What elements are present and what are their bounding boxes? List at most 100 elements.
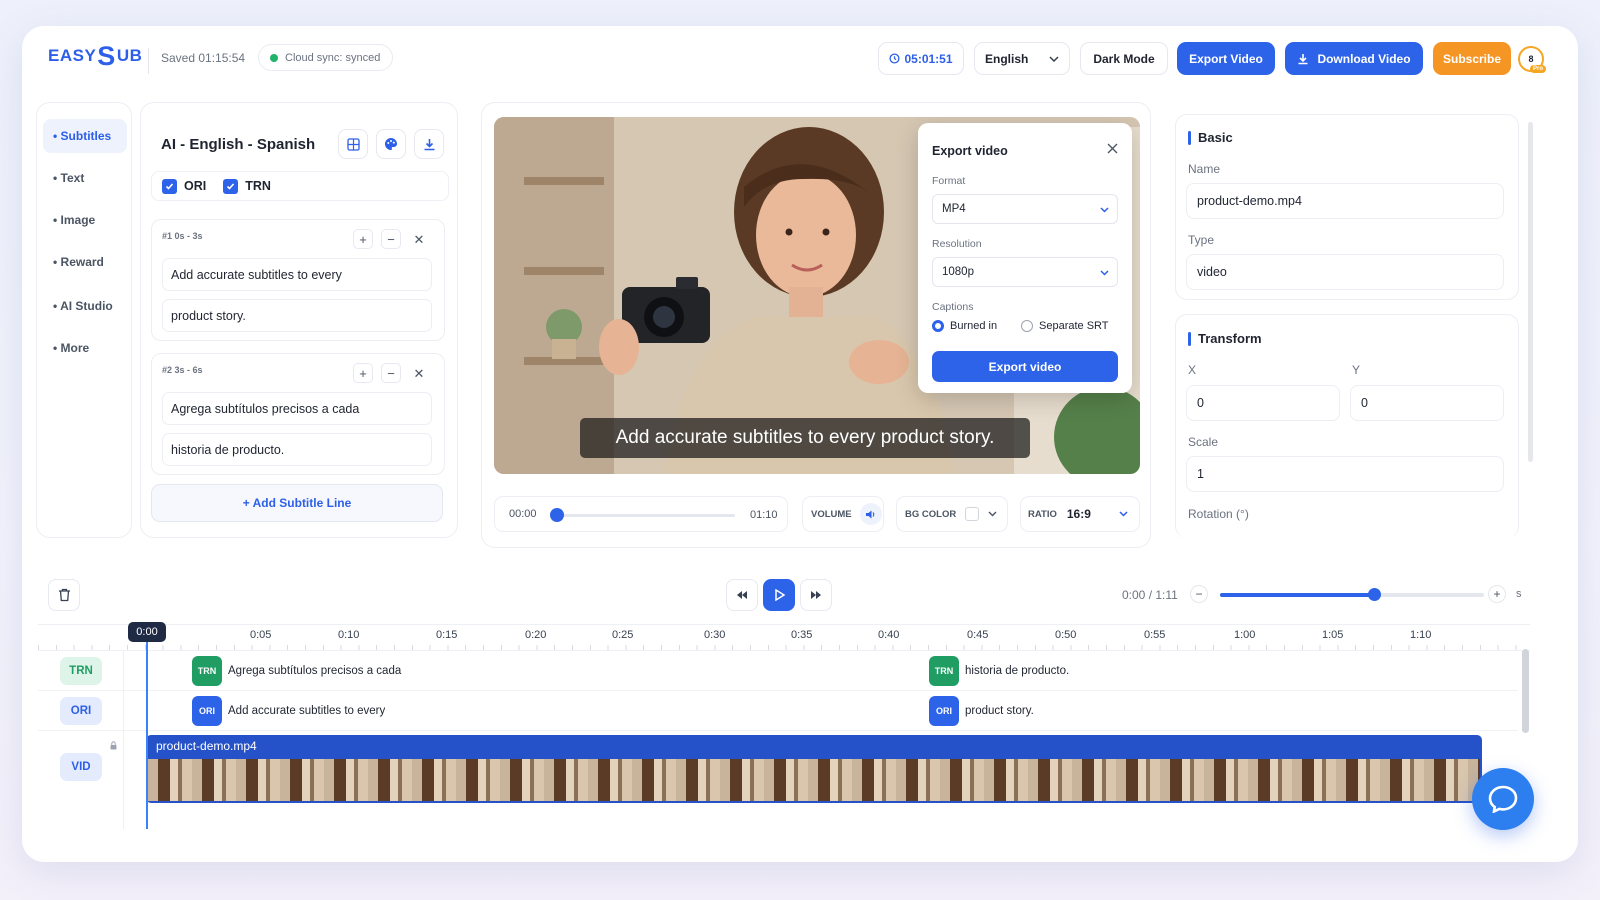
close-x-icon [1107,143,1117,153]
sidebar-item-more[interactable]: • More [43,331,127,365]
close-icon[interactable] [1104,140,1120,156]
dark-mode-button[interactable]: Dark Mode [1080,42,1168,75]
clock-icon [889,53,901,64]
sync-label: Cloud sync: synced [285,51,381,64]
subtitle-original-text[interactable]: Add accurate subtitles to every [162,258,432,291]
properties-scrollbar[interactable] [1528,122,1533,462]
grid-icon [346,137,360,151]
download-subtitles-button[interactable] [414,129,444,159]
ruler-tick-label: 1:10 [1410,629,1432,641]
add-subtitle-line-button[interactable]: + Add Subtitle Line [151,484,443,522]
subtitle-line-header: #1 0s - 3s [162,231,203,241]
ori-clip[interactable]: ORI product story. [929,696,1034,726]
trn-clip-text: historia de producto. [965,665,1070,677]
minus-icon[interactable]: − [381,229,401,249]
trash-icon [58,588,70,602]
subtitle-translation-text[interactable]: historia de producto. [162,433,432,466]
play-button[interactable] [763,579,795,611]
timer-display: 05:01:51 [878,42,964,75]
download-icon [424,138,434,150]
ruler-tick-label: 0:50 [1055,629,1077,641]
resolution-select[interactable]: 1080p [932,257,1118,287]
trn-clip[interactable]: TRN Agrega subtítulos precisos a cada [192,656,401,686]
trn-clip[interactable]: TRN historia de producto. [929,656,1069,686]
fast-forward-button[interactable] [800,579,832,611]
lock-icon[interactable] [110,741,117,750]
close-icon[interactable]: ✕ [409,229,429,249]
zoom-out-button[interactable]: − [1190,585,1208,603]
ori-clip[interactable]: ORI Add accurate subtitles to every [192,696,385,726]
add-icon[interactable]: + [353,229,373,249]
export-video-confirm-button[interactable]: Export video [932,351,1118,382]
video-preview[interactable]: Add accurate subtitles to every product … [494,117,1140,474]
time-start: 00:00 [509,508,537,520]
rewind-button[interactable] [726,579,758,611]
playhead-marker[interactable]: 0:00 [128,622,166,642]
export-video-button[interactable]: Export Video [1177,42,1275,75]
transform-title-text: Transform [1198,331,1262,346]
y-field[interactable]: 0 [1350,385,1504,421]
download-video-label: Download Video [1317,51,1411,66]
chevron-down-icon [1100,270,1109,276]
delete-button[interactable] [48,579,80,611]
modal-title: Export video [932,144,1008,158]
video-clip[interactable]: product-demo.mp4 [146,735,1482,803]
scrub-handle[interactable] [550,508,564,522]
radio-separate-srt[interactable]: Separate SRT [1021,320,1109,332]
sidebar-item-text[interactable]: • Text [43,161,127,195]
color-swatch[interactable] [965,507,980,521]
y-label: Y [1352,363,1361,377]
transform-title: Transform [1188,331,1262,346]
chevron-down-icon [1100,207,1109,213]
ruler-tick-label: 0:55 [1144,629,1166,641]
timeline-scrollbar[interactable] [1522,649,1529,733]
sidebar-item-image[interactable]: • Image [43,203,127,237]
style-button[interactable] [376,129,406,159]
sidebar-item-ai-studio[interactable]: • AI Studio [43,289,127,323]
subtitle-translation-text[interactable]: product story. [162,299,432,332]
logo[interactable]: EASY S UB [48,43,142,70]
export-modal: Export video Format MP4 Resolution 1080p… [918,123,1132,393]
ori-clip-text: Add accurate subtitles to every [228,705,386,717]
ruler-tick-label: 1:05 [1322,629,1344,641]
resolution-value: 1080p [942,266,974,278]
ratio-label: RATIO [1028,508,1057,520]
subtitle-original-text[interactable]: Agrega subtítulos precisos a cada [162,392,432,425]
zoom-slider-handle[interactable] [1368,588,1381,601]
format-select[interactable]: MP4 [932,194,1118,224]
sidebar-item-reward[interactable]: • Reward [43,245,127,279]
ruler-tick-label: 0:15 [436,629,458,641]
ratio-control[interactable]: RATIO 16:9 [1020,496,1140,532]
ruler-tick-label: 0:05 [250,629,272,641]
zoom-slider[interactable] [1220,593,1484,597]
add-icon[interactable]: + [353,363,373,383]
section-bar [1188,130,1191,145]
chat-button[interactable] [1472,768,1534,830]
grid-view-button[interactable] [338,129,368,159]
ori-checkbox[interactable] [162,178,177,194]
download-video-button[interactable]: Download Video [1285,42,1423,75]
sidebar-item-subtitles[interactable]: • Subtitles [43,119,127,153]
radio-burned-in[interactable]: Burned in [932,320,997,332]
volume-control[interactable]: VOLUME [802,496,884,532]
radio-selected-icon [932,320,944,332]
subscribe-button[interactable]: Subscribe [1433,42,1511,75]
track-badge-trn: TRN [60,657,102,685]
x-field[interactable]: 0 [1186,385,1340,421]
saved-status: Saved 01:15:54 [161,51,246,65]
name-field[interactable]: product-demo.mp4 [1186,183,1504,219]
volume-icon[interactable] [859,503,882,525]
close-icon[interactable]: ✕ [409,363,429,383]
minus-icon[interactable]: − [381,363,401,383]
language-select[interactable]: English [974,42,1070,75]
scale-field[interactable]: 1 [1186,456,1504,492]
ruler-tick-label: 0:30 [704,629,726,641]
subtitle-line-header: #2 3s - 6s [162,365,203,375]
captions-label: Captions [932,301,974,313]
zoom-in-button[interactable]: + [1488,585,1506,603]
scrub-track[interactable] [557,514,735,517]
ori-clip-tag: ORI [192,696,222,726]
type-field[interactable]: video [1186,254,1504,290]
bg-color-control[interactable]: BG COLOR [896,496,1008,532]
trn-checkbox[interactable] [223,178,239,194]
